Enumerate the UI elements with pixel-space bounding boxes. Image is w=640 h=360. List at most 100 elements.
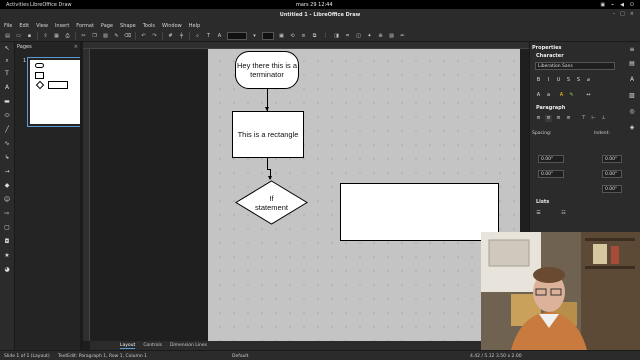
shadow-toggle-icon[interactable]: ◨: [333, 32, 340, 39]
zoom-icon[interactable]: ⌕: [194, 32, 201, 39]
fontwork-tool-icon[interactable]: A: [3, 84, 11, 92]
strikethrough-icon[interactable]: S: [565, 77, 572, 84]
character-section[interactable]: Character: [536, 53, 564, 59]
callouts-icon[interactable]: ◘: [3, 238, 11, 246]
align-center-icon[interactable]: ≡: [545, 115, 552, 122]
grid-icon[interactable]: #: [167, 32, 174, 39]
tab-dimension-lines[interactable]: Dimension Lines: [170, 343, 207, 348]
hamburger-icon[interactable]: ≡: [628, 46, 636, 54]
line-tool-icon[interactable]: ╱: [3, 126, 11, 134]
align-middle-icon[interactable]: ⊢: [590, 115, 597, 122]
zoom-pan-icon[interactable]: ⌕: [3, 57, 11, 65]
indent-before-field[interactable]: 0.00": [602, 155, 622, 163]
cut-icon[interactable]: ✂: [80, 32, 87, 39]
copy-icon[interactable]: ❐: [91, 32, 98, 39]
rectangle-tool-icon[interactable]: ▬: [3, 98, 11, 106]
gallery-tab-icon[interactable]: ▨: [628, 92, 636, 100]
basic-shapes-icon[interactable]: ◆: [3, 182, 11, 190]
app-name[interactable]: LibreOffice Draw: [30, 2, 72, 8]
italic-icon[interactable]: I: [545, 77, 552, 84]
curve-tool-icon[interactable]: ∿: [3, 140, 11, 148]
print-icon[interactable]: ⎙: [64, 32, 71, 39]
menu-shape[interactable]: Shape: [120, 23, 136, 29]
menu-file[interactable]: File: [4, 23, 12, 29]
menu-help[interactable]: Help: [189, 23, 200, 29]
activities-button[interactable]: Activities: [6, 2, 29, 8]
points-icon[interactable]: ✦: [366, 32, 373, 39]
export-icon[interactable]: ⇪: [42, 32, 49, 39]
navigator-tab-icon[interactable]: ◎: [628, 108, 636, 116]
3d-objects-icon[interactable]: ◕: [3, 266, 11, 274]
shapes-tab-icon[interactable]: ◈: [628, 124, 636, 132]
tab-controls[interactable]: Controls: [143, 343, 162, 348]
text-tool-icon[interactable]: T: [3, 70, 11, 78]
lists-section[interactable]: Lists: [536, 199, 549, 205]
save-icon[interactable]: ▪: [26, 32, 33, 39]
crop-icon[interactable]: ⌗: [344, 32, 351, 39]
undo-icon[interactable]: ↶: [140, 32, 147, 39]
line-style-select[interactable]: [227, 31, 247, 40]
distribute-icon[interactable]: ⫶: [322, 32, 329, 39]
bullet-list-icon[interactable]: ☰: [535, 210, 542, 217]
paragraph-section[interactable]: Paragraph: [536, 105, 565, 111]
paste-icon[interactable]: ▧: [102, 32, 109, 39]
shadow-icon[interactable]: ▣: [278, 32, 285, 39]
connector-tool-icon[interactable]: ↳: [3, 154, 11, 162]
menu-format[interactable]: Format: [76, 23, 94, 29]
tab-layout[interactable]: Layout: [120, 343, 136, 349]
line-color-icon[interactable]: ▾: [251, 32, 258, 39]
symbol-shapes-icon[interactable]: ☺: [3, 196, 11, 204]
text-icon[interactable]: T: [205, 32, 212, 39]
font-size-up-icon[interactable]: A: [535, 92, 542, 99]
highlight-icon[interactable]: ✎: [568, 92, 575, 99]
helplines-icon[interactable]: ╪: [178, 32, 185, 39]
numbered-list-icon[interactable]: ☷: [560, 210, 567, 217]
spacing-icon[interactable]: ↔: [585, 92, 592, 99]
shadow-icon[interactable]: S: [575, 77, 582, 84]
font-name-select[interactable]: Liberation Sans: [535, 62, 615, 70]
indent-after-field[interactable]: 0.00": [602, 170, 622, 178]
arrow-tool-icon[interactable]: →: [3, 168, 11, 176]
terminator-shape[interactable]: Hey there this is a terminator: [235, 51, 299, 89]
ellipse-tool-icon[interactable]: ⬭: [3, 112, 11, 120]
spacing-above-field[interactable]: 0.00": [538, 155, 564, 163]
align-bottom-icon[interactable]: ⊥: [600, 115, 607, 122]
justify-icon[interactable]: ≡: [565, 115, 572, 122]
draw-icon[interactable]: ✏: [399, 32, 406, 39]
clear-icon[interactable]: ⌫: [124, 32, 131, 39]
align-top-icon[interactable]: ⊤: [580, 115, 587, 122]
align-right-icon[interactable]: ≡: [555, 115, 562, 122]
vertical-ruler[interactable]: [83, 49, 90, 341]
glue-icon[interactable]: ⊕: [377, 32, 384, 39]
fontwork-icon[interactable]: A: [216, 32, 223, 39]
align-icon[interactable]: ≡: [300, 32, 307, 39]
clock[interactable]: mars 29 12:44: [296, 2, 333, 8]
minimize-icon[interactable]: –: [613, 11, 616, 17]
drawing-page[interactable]: Hey there this is a terminator This is a…: [208, 49, 520, 341]
open-icon[interactable]: ▭: [15, 32, 22, 39]
clone-icon[interactable]: ✎: [113, 32, 120, 39]
font-color-icon[interactable]: A: [558, 92, 565, 99]
menu-view[interactable]: View: [36, 23, 48, 29]
pdf-icon[interactable]: ▦: [53, 32, 60, 39]
new-icon[interactable]: ▤: [4, 32, 11, 39]
rectangle-shape[interactable]: This is a rectangle: [232, 111, 304, 158]
redo-icon[interactable]: ↷: [151, 32, 158, 39]
font-size-down-icon[interactable]: a: [545, 92, 552, 99]
menu-edit[interactable]: Edit: [19, 23, 29, 29]
menu-window[interactable]: Window: [162, 23, 182, 29]
empty-rectangle-shape[interactable]: [340, 183, 499, 241]
image-icon[interactable]: ▨: [388, 32, 395, 39]
block-arrows-icon[interactable]: ⇨: [3, 210, 11, 218]
stars-icon[interactable]: ★: [3, 252, 11, 260]
close-icon[interactable]: ×: [630, 11, 634, 17]
area-fill-select[interactable]: [262, 31, 274, 40]
select-icon[interactable]: ↖: [3, 45, 11, 53]
align-left-icon[interactable]: ≡: [535, 115, 542, 122]
close-icon[interactable]: ×: [74, 44, 78, 50]
horizontal-ruler[interactable]: [83, 42, 529, 49]
menu-insert[interactable]: Insert: [55, 23, 69, 29]
styles-tab-icon[interactable]: A: [628, 76, 636, 84]
system-tray[interactable]: ▣ ⌁ ◀ ⏻: [600, 2, 634, 8]
connector-line[interactable]: [267, 158, 268, 169]
